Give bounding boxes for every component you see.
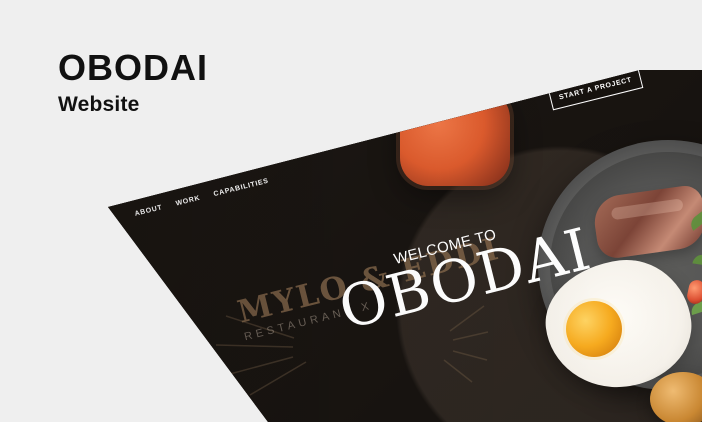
website-mockup: MYLO & EDDI RESTAURANT X ABOUT WORK CAPA…: [108, 70, 702, 422]
brand-title: OBODAI: [58, 47, 208, 88]
brand-subtitle: Website: [58, 93, 140, 116]
juice-jar-image: [400, 90, 510, 186]
showcase-brand: OBODAI Website: [58, 50, 208, 117]
egg-yolk-image: [566, 301, 622, 357]
